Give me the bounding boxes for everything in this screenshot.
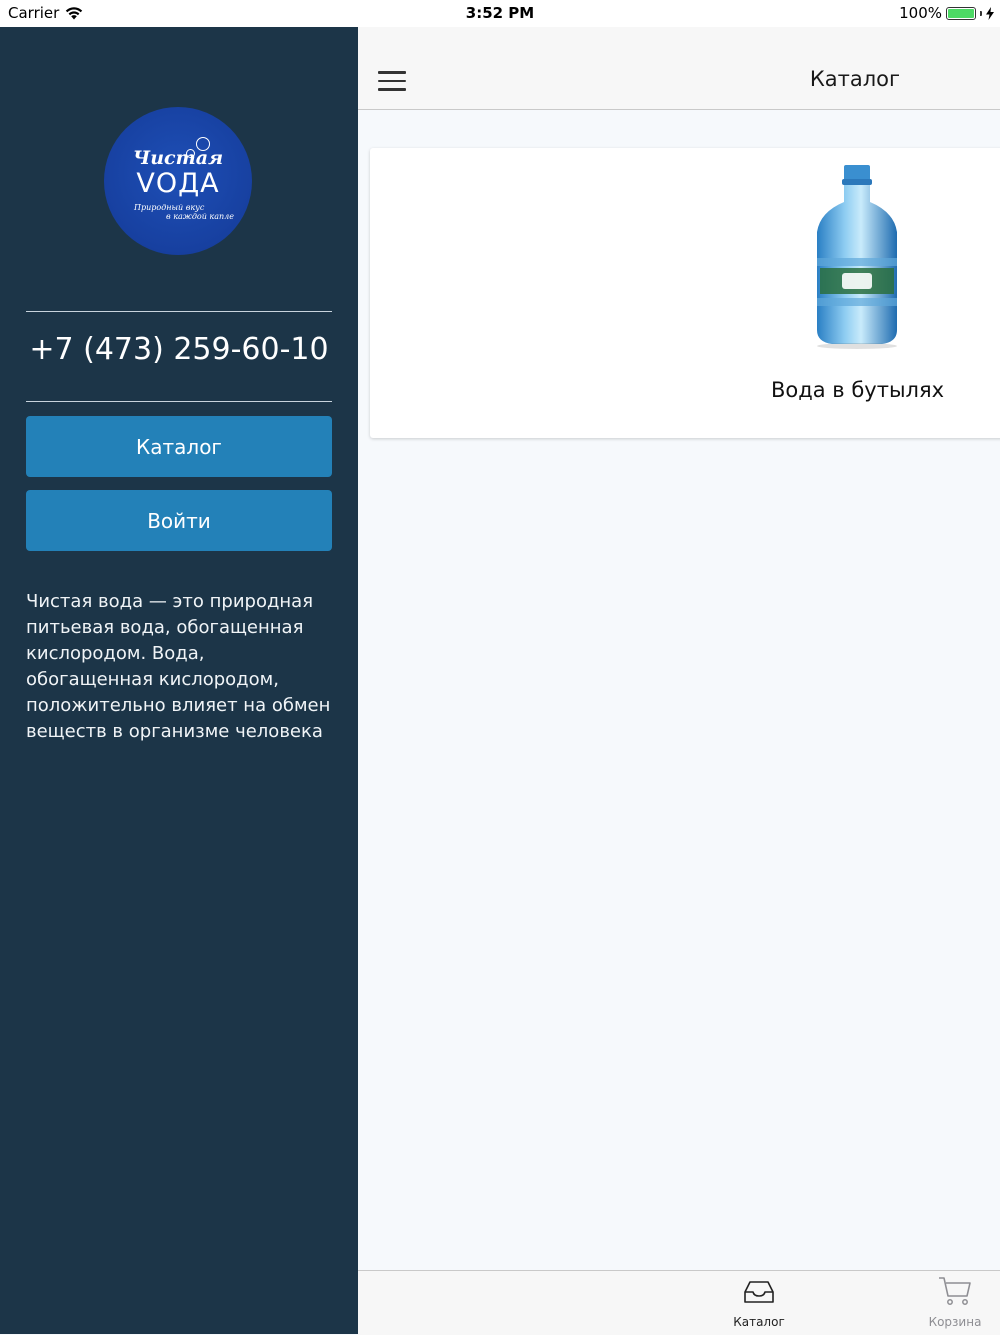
battery-icon [946, 6, 976, 20]
tab-catalog[interactable]: Каталог [704, 1271, 814, 1335]
water-bottle-image [817, 165, 897, 349]
catalog-card[interactable]: Вода в бутылях [370, 148, 1000, 438]
shopping-cart-icon [939, 1277, 971, 1305]
logo-text-line1: Чистая [132, 147, 224, 169]
catalog-button[interactable]: Каталог [26, 416, 332, 477]
status-right: 100% [899, 4, 994, 22]
tab-cart-label: Корзина [928, 1315, 982, 1329]
page-title: Каталог [809, 67, 900, 91]
divider-top [26, 311, 332, 312]
login-button[interactable]: Войти [26, 490, 332, 551]
navigation-bar: Каталог [358, 27, 1000, 110]
logo-tagline-2: в каждой капле [166, 212, 234, 221]
logo-tagline-1: Природный вкус [134, 203, 205, 212]
bolt-icon [986, 6, 994, 20]
tab-bar: Каталог Корзина [358, 1270, 1000, 1335]
tab-catalog-label: Каталог [733, 1315, 785, 1329]
catalog-item-title: Вода в бутылях [770, 378, 945, 402]
inbox-tray-icon [744, 1281, 774, 1303]
status-time: 3:52 PM [465, 4, 535, 22]
tab-cart[interactable]: Корзина [900, 1271, 1000, 1335]
brand-logo: Чистая VОДА Природный вкус в каждой капл… [104, 107, 252, 255]
company-description: Чистая вода — это природная питьевая вод… [26, 591, 331, 742]
main-content: Каталог Вода в бутылях Каталог Корзина [358, 27, 1000, 1335]
divider-bottom [26, 401, 332, 402]
status-bar: Carrier 3:52 PM 100% [0, 0, 1000, 27]
battery-level [948, 8, 974, 18]
phone-number[interactable]: +7 (473) 259-60-10 [0, 332, 358, 367]
logo-text-line2: VОДА [136, 168, 220, 199]
battery-tip [980, 10, 982, 16]
sidebar: Чистая VОДА Природный вкус в каждой капл… [0, 27, 358, 1334]
battery-percent: 100% [899, 4, 942, 22]
